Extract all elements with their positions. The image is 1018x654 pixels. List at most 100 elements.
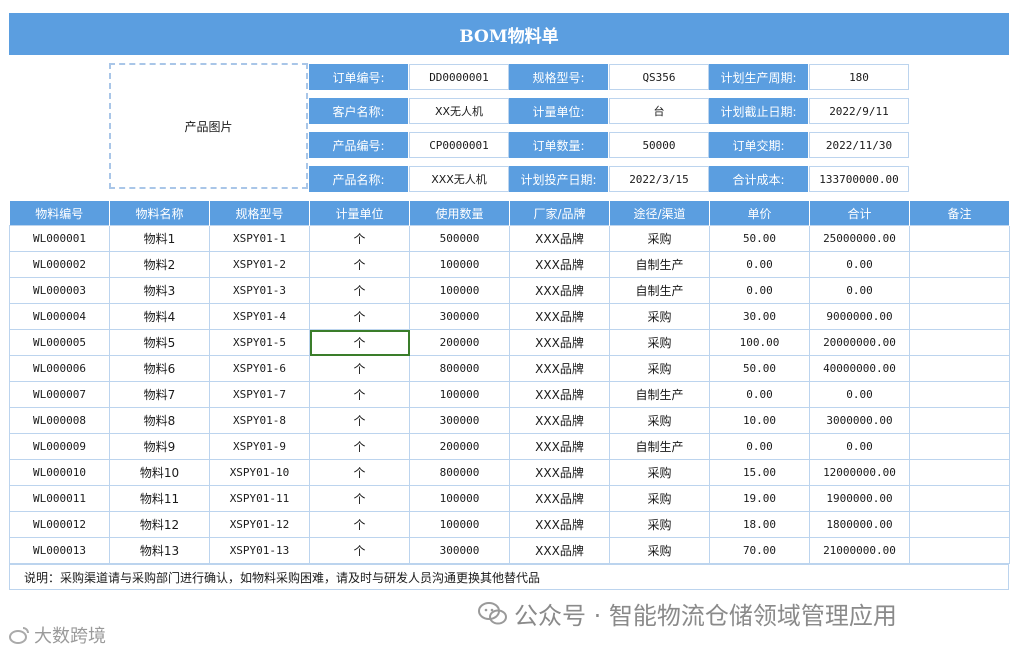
table-cell[interactable]: WL000002 [9, 251, 110, 278]
table-cell[interactable] [909, 511, 1010, 538]
table-cell[interactable] [909, 537, 1010, 564]
table-cell[interactable]: 个 [309, 511, 410, 538]
table-cell[interactable]: 物料12 [109, 511, 210, 538]
table-cell[interactable]: WL000001 [9, 225, 110, 252]
info-value[interactable]: QS356 [609, 64, 709, 90]
table-cell[interactable]: 采购 [609, 407, 710, 434]
table-cell[interactable]: 9000000.00 [809, 303, 910, 330]
info-value[interactable]: 50000 [609, 132, 709, 158]
table-cell[interactable]: 15.00 [709, 459, 810, 486]
table-cell[interactable]: 物料10 [109, 459, 210, 486]
table-cell[interactable]: 采购 [609, 537, 710, 564]
column-header[interactable]: 合计 [809, 201, 910, 226]
table-cell[interactable]: 40000000.00 [809, 355, 910, 382]
table-cell[interactable] [909, 433, 1010, 460]
column-header[interactable]: 计量单位 [309, 201, 410, 226]
table-cell[interactable]: WL000003 [9, 277, 110, 304]
table-cell[interactable]: 300000 [409, 537, 510, 564]
table-cell[interactable]: 19.00 [709, 485, 810, 512]
info-value[interactable]: XXX无人机 [409, 166, 509, 192]
table-cell[interactable]: 50.00 [709, 355, 810, 382]
table-cell[interactable]: 个 [309, 537, 410, 564]
table-cell[interactable]: 个 [309, 303, 410, 330]
table-cell[interactable]: 个 [309, 355, 410, 382]
table-cell[interactable]: 0.00 [709, 251, 810, 278]
table-cell[interactable]: 物料1 [109, 225, 210, 252]
table-cell[interactable]: 采购 [609, 459, 710, 486]
table-cell[interactable]: 物料13 [109, 537, 210, 564]
table-cell[interactable]: WL000012 [9, 511, 110, 538]
table-cell[interactable]: XSPY01-11 [209, 485, 310, 512]
table-cell[interactable]: XXX品牌 [509, 277, 610, 304]
column-header[interactable]: 规格型号 [209, 201, 310, 226]
table-cell[interactable]: WL000013 [9, 537, 110, 564]
table-cell[interactable]: 0.00 [809, 251, 910, 278]
table-cell[interactable]: 0.00 [809, 433, 910, 460]
table-cell[interactable]: 物料4 [109, 303, 210, 330]
table-cell[interactable] [909, 407, 1010, 434]
table-cell[interactable]: 200000 [409, 329, 510, 356]
column-header[interactable]: 途径/渠道 [609, 201, 710, 226]
info-value[interactable]: DD0000001 [409, 64, 509, 90]
table-cell[interactable]: 采购 [609, 303, 710, 330]
product-image-placeholder[interactable]: 产品图片 [109, 63, 308, 189]
table-cell[interactable]: XSPY01-13 [209, 537, 310, 564]
table-cell[interactable]: 采购 [609, 355, 710, 382]
table-cell[interactable]: XSPY01-10 [209, 459, 310, 486]
table-cell[interactable] [909, 225, 1010, 252]
info-value[interactable]: XX无人机 [409, 98, 509, 124]
table-cell[interactable] [909, 329, 1010, 356]
table-cell[interactable]: 21000000.00 [809, 537, 910, 564]
table-cell[interactable]: 个 [309, 251, 410, 278]
table-cell[interactable] [909, 459, 1010, 486]
column-header[interactable]: 备注 [909, 201, 1010, 226]
table-cell[interactable]: 物料5 [109, 329, 210, 356]
table-cell[interactable]: XXX品牌 [509, 355, 610, 382]
table-cell[interactable]: XXX品牌 [509, 511, 610, 538]
table-cell[interactable]: XSPY01-3 [209, 277, 310, 304]
table-cell[interactable]: 500000 [409, 225, 510, 252]
table-cell[interactable]: 物料3 [109, 277, 210, 304]
table-cell[interactable]: 800000 [409, 459, 510, 486]
table-cell[interactable]: 100000 [409, 485, 510, 512]
table-cell[interactable]: XXX品牌 [509, 303, 610, 330]
table-cell[interactable]: WL000007 [9, 381, 110, 408]
table-cell[interactable]: XXX品牌 [509, 459, 610, 486]
table-cell[interactable]: XSPY01-9 [209, 433, 310, 460]
table-cell[interactable]: 自制生产 [609, 277, 710, 304]
info-value[interactable]: CP0000001 [409, 132, 509, 158]
table-cell[interactable]: 25000000.00 [809, 225, 910, 252]
table-cell[interactable] [909, 251, 1010, 278]
table-cell[interactable]: 个 [309, 485, 410, 512]
table-cell[interactable]: XXX品牌 [509, 329, 610, 356]
table-cell[interactable]: XXX品牌 [509, 433, 610, 460]
table-cell[interactable]: 物料2 [109, 251, 210, 278]
table-cell[interactable]: 30.00 [709, 303, 810, 330]
table-cell[interactable]: 个 [309, 381, 410, 408]
info-value[interactable]: 180 [809, 64, 909, 90]
table-cell[interactable]: 20000000.00 [809, 329, 910, 356]
table-cell[interactable]: 50.00 [709, 225, 810, 252]
table-cell[interactable]: 0.00 [809, 277, 910, 304]
table-cell[interactable]: 个 [309, 225, 410, 252]
table-cell[interactable]: WL000009 [9, 433, 110, 460]
table-cell[interactable]: 3000000.00 [809, 407, 910, 434]
table-cell[interactable]: 18.00 [709, 511, 810, 538]
table-cell[interactable]: 300000 [409, 303, 510, 330]
table-cell[interactable]: 物料6 [109, 355, 210, 382]
table-cell[interactable]: 个 [309, 459, 410, 486]
info-value[interactable]: 台 [609, 98, 709, 124]
table-cell[interactable]: XXX品牌 [509, 407, 610, 434]
table-cell[interactable]: WL000004 [9, 303, 110, 330]
table-cell[interactable]: XSPY01-8 [209, 407, 310, 434]
info-value[interactable]: 133700000.00 [809, 166, 909, 192]
table-cell[interactable]: 个 [309, 407, 410, 434]
table-cell[interactable]: WL000010 [9, 459, 110, 486]
table-cell[interactable]: 个 [309, 433, 410, 460]
table-cell[interactable]: 10.00 [709, 407, 810, 434]
table-cell[interactable]: XSPY01-6 [209, 355, 310, 382]
table-cell[interactable]: XSPY01-2 [209, 251, 310, 278]
table-cell[interactable]: 70.00 [709, 537, 810, 564]
table-cell[interactable]: 采购 [609, 511, 710, 538]
table-cell[interactable]: XXX品牌 [509, 251, 610, 278]
